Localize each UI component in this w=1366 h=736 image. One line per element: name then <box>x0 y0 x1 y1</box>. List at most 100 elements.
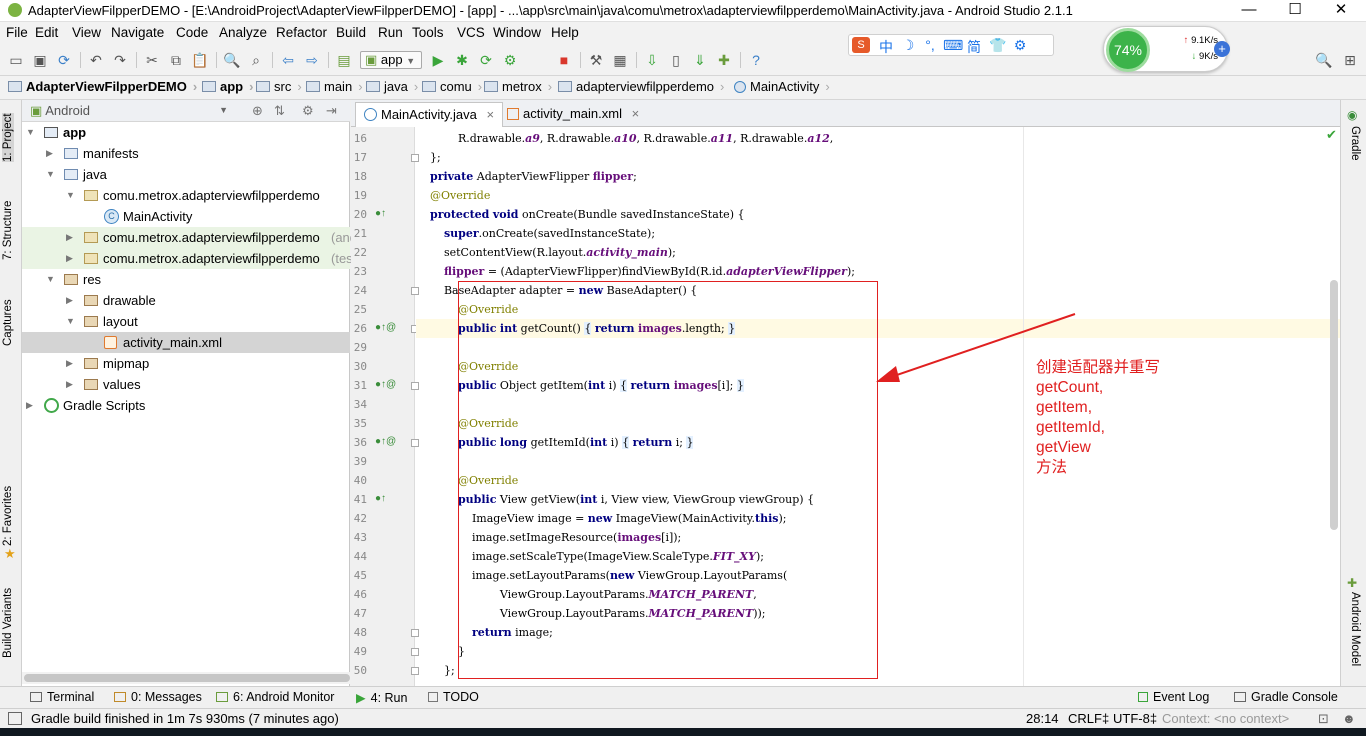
back-icon[interactable]: ⇦ <box>278 50 298 70</box>
menu-analyze[interactable]: Analyze <box>219 25 267 40</box>
tool-tab-gradle[interactable]: Gradle <box>1349 126 1361 161</box>
paste-icon[interactable]: 📋 <box>190 50 210 70</box>
tool-tab-todo[interactable]: TODO <box>428 690 479 704</box>
project-structure-icon[interactable]: ⚒ <box>586 50 606 70</box>
tree-item[interactable]: ▼ comu.metrox.adapterviewfilpperdemo <box>22 185 350 206</box>
collapse-arrow-icon[interactable]: ▶ <box>66 353 76 374</box>
ime-simplified-icon[interactable]: 简 <box>965 37 983 57</box>
inspector-icon[interactable]: ☻ <box>1342 711 1356 726</box>
find-icon[interactable]: 🔍 <box>222 50 242 70</box>
code-line[interactable]: R.drawable.a9, R.drawable.a10, R.drawabl… <box>416 129 1340 148</box>
expand-arrow-icon[interactable]: ▼ <box>46 164 56 185</box>
breadcrumb-item[interactable]: MainActivity › <box>734 79 830 94</box>
tree-item[interactable]: ▶ drawable <box>22 290 350 311</box>
help-icon[interactable]: ? <box>746 50 766 70</box>
breadcrumb-item[interactable]: metrox › <box>484 79 552 94</box>
caret-position[interactable]: 28:14 <box>1026 711 1059 726</box>
sync-icon[interactable]: ⟳ <box>54 50 74 70</box>
override-marker-icon[interactable]: ●↑@ <box>375 436 396 447</box>
structure-icon[interactable]: ▦ <box>610 50 630 70</box>
tool-tab-project[interactable]: 1: Project <box>2 113 14 162</box>
menu-build[interactable]: Build <box>336 25 366 40</box>
debug-icon[interactable]: ✱ <box>452 50 472 70</box>
code-line[interactable]: }; <box>416 148 1340 167</box>
tree-item[interactable]: ▼ java <box>22 164 350 185</box>
replace-icon[interactable]: ⌕ <box>246 50 266 70</box>
collapse-arrow-icon[interactable]: ▶ <box>26 395 36 416</box>
menu-window[interactable]: Window <box>493 25 541 40</box>
run-config-select[interactable]: ▣ app ▼ <box>360 51 422 69</box>
tool-tab-favorites[interactable]: 2: Favorites <box>2 486 14 546</box>
ime-punctuation-icon[interactable]: °, <box>921 37 939 53</box>
redo-icon[interactable]: ↷ <box>110 50 130 70</box>
scrollbar-thumb[interactable] <box>24 674 350 682</box>
expand-arrow-icon[interactable]: ▼ <box>66 311 76 332</box>
tool-tab-captures[interactable]: Captures <box>2 299 14 346</box>
tree-item[interactable]: ▶ comu.metrox.adapterviewfilpperdemo (and <box>22 227 357 248</box>
layout-icon[interactable]: ⊞ <box>1340 50 1360 70</box>
collapse-all-icon[interactable]: ⇅ <box>274 103 285 119</box>
hide-panel-icon[interactable]: ⇥ <box>326 103 337 119</box>
android-device-monitor-icon[interactable]: ✚ <box>714 50 734 70</box>
tool-tab-gradle-console[interactable]: Gradle Console <box>1234 690 1338 704</box>
tool-tab-structure[interactable]: 7: Structure <box>2 201 14 260</box>
menu-run[interactable]: Run <box>378 25 403 40</box>
tab-activity-main-xml[interactable]: activity_main.xml × <box>499 102 647 127</box>
close-icon[interactable]: × <box>486 107 494 122</box>
breadcrumb-item[interactable]: adapterviewfilpperdemo › <box>558 79 724 94</box>
code-line[interactable]: setContentView(R.layout.activity_main); <box>416 243 1340 262</box>
make-icon[interactable]: ▤ <box>334 50 354 70</box>
ime-chinese-icon[interactable]: 中 <box>877 37 895 57</box>
collapse-arrow-icon[interactable]: ▶ <box>66 248 76 269</box>
ime-moon-icon[interactable]: ☽ <box>899 37 917 54</box>
breadcrumb-item[interactable]: AdapterViewFilpperDEMO › <box>8 79 197 94</box>
breadcrumb-item[interactable]: src › <box>256 79 302 94</box>
file-encoding[interactable]: UTF-8‡ <box>1113 711 1157 726</box>
stop-icon[interactable]: ■ <box>554 50 574 70</box>
collapse-arrow-icon[interactable]: ▶ <box>66 374 76 395</box>
breadcrumb-item[interactable]: comu › <box>422 79 482 94</box>
skin-icon[interactable]: 👕 <box>989 37 1007 54</box>
horizontal-scrollbar[interactable] <box>22 672 350 684</box>
tool-windows-toggle-icon[interactable] <box>8 712 22 725</box>
vertical-scrollbar[interactable] <box>1330 280 1338 530</box>
breadcrumb-item[interactable]: app › <box>202 79 253 94</box>
menu-code[interactable]: Code <box>176 25 208 40</box>
project-view-select[interactable]: ▣ Android ▼ <box>30 103 228 120</box>
apply-changes-icon[interactable]: ⚙ <box>500 50 520 70</box>
menu-help[interactable]: Help <box>551 25 579 40</box>
run-icon[interactable]: ▶ <box>428 50 448 70</box>
menu-vcs[interactable]: VCS <box>457 25 485 40</box>
sdk-manager-icon[interactable]: ⇓ <box>690 50 710 70</box>
override-marker-icon[interactable]: ●↑@ <box>375 379 396 390</box>
collapse-arrow-icon[interactable]: ▶ <box>46 143 56 164</box>
tool-tab-event-log[interactable]: Event Log <box>1138 690 1209 704</box>
avd-manager-icon[interactable]: ▯ <box>666 50 686 70</box>
override-marker-icon[interactable]: ●↑ <box>375 208 386 219</box>
menu-tools[interactable]: Tools <box>412 25 444 40</box>
breadcrumb-item[interactable]: java › <box>366 79 418 94</box>
close-button[interactable]: ✕ <box>1318 0 1364 22</box>
override-marker-icon[interactable]: ●↑@ <box>375 322 396 333</box>
forward-icon[interactable]: ⇨ <box>302 50 322 70</box>
menu-navigate[interactable]: Navigate <box>111 25 164 40</box>
tree-item[interactable]: ▶ Gradle Scripts <box>22 395 350 416</box>
collapse-arrow-icon[interactable]: ▶ <box>66 290 76 311</box>
tree-item[interactable]: ▶ manifests <box>22 143 350 164</box>
sync-gradle-icon[interactable]: ⇩ <box>642 50 662 70</box>
override-marker-icon[interactable]: ●↑ <box>375 493 386 504</box>
tree-item[interactable]: ▼ res <box>22 269 350 290</box>
tree-item[interactable]: ▼ app <box>22 122 350 143</box>
code-line[interactable]: private AdapterViewFlipper flipper; <box>416 167 1340 186</box>
tool-tab-run[interactable]: ▶ 4: Run <box>356 690 407 705</box>
tab-mainactivity[interactable]: MainActivity.java × <box>355 102 504 127</box>
search-icon[interactable]: 🔍 <box>1314 50 1334 70</box>
minimize-button[interactable]: — <box>1226 0 1272 22</box>
breadcrumb-item[interactable]: main › <box>306 79 363 94</box>
menu-refactor[interactable]: Refactor <box>276 25 327 40</box>
close-icon[interactable]: × <box>632 106 640 121</box>
tool-tab-terminal[interactable]: Terminal <box>30 690 94 704</box>
boost-button[interactable]: + <box>1214 41 1230 57</box>
code-line[interactable]: super.onCreate(savedInstanceState); <box>416 224 1340 243</box>
code-line[interactable]: protected void onCreate(Bundle savedInst… <box>416 205 1340 224</box>
